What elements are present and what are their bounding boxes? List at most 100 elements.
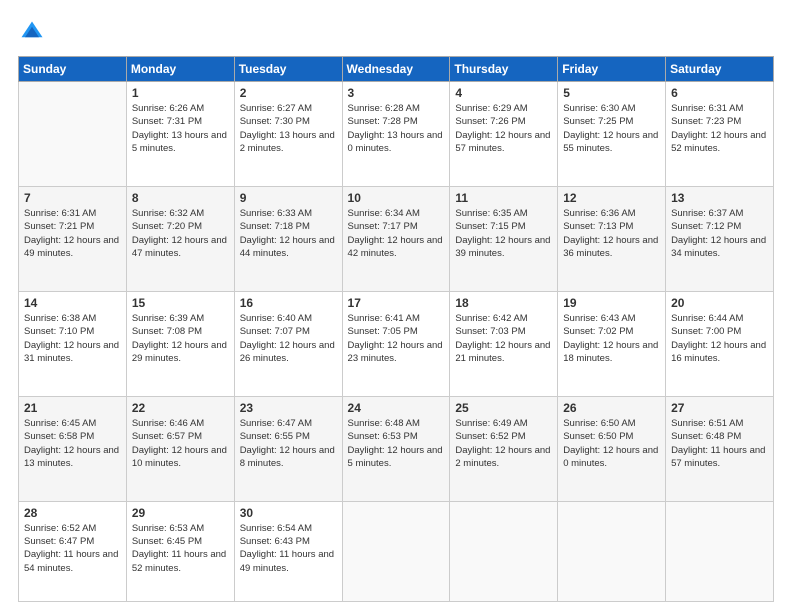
calendar-cell: 10 Sunrise: 6:34 AMSunset: 7:17 PMDayligh… <box>342 186 450 291</box>
calendar-cell <box>558 501 666 601</box>
calendar-cell <box>666 501 774 601</box>
calendar-cell: 17Sunrise: 6:41 AMSunset: 7:05 PMDayligh… <box>342 291 450 396</box>
day-info: Sunrise: 6:26 AMSunset: 7:31 PMDaylight:… <box>132 102 229 155</box>
calendar-cell: 5 Sunrise: 6:30 AMSunset: 7:25 PMDaylight… <box>558 82 666 187</box>
day-info: Sunrise: 6:31 AMSunset: 7:21 PMDaylight:… <box>24 207 121 260</box>
calendar-cell: 25 Sunrise: 6:49 AMSunset: 6:52 PMDayligh… <box>450 396 558 501</box>
day-number: 13 <box>671 191 768 205</box>
day-number: 3 <box>348 86 445 100</box>
day-info: Sunrise: 6:48 AMSunset: 6:53 PMDaylight:… <box>348 417 445 470</box>
day-number: 26 <box>563 401 660 415</box>
day-info: Sunrise: 6:41 AMSunset: 7:05 PMDaylight:… <box>348 312 445 365</box>
day-number: 18 <box>455 296 552 310</box>
day-number: 29 <box>132 506 229 520</box>
calendar-cell: 2 Sunrise: 6:27 AMSunset: 7:30 PMDaylight… <box>234 82 342 187</box>
calendar-cell: 18 Sunrise: 6:42 AMSunset: 7:03 PMDayligh… <box>450 291 558 396</box>
day-info: Sunrise: 6:33 AMSunset: 7:18 PMDaylight:… <box>240 207 337 260</box>
calendar-week-row: 28 Sunrise: 6:52 AMSunset: 6:47 PMDayligh… <box>19 501 774 601</box>
calendar-cell: 7 Sunrise: 6:31 AMSunset: 7:21 PMDaylight… <box>19 186 127 291</box>
calendar-week-row: 21Sunrise: 6:45 AMSunset: 6:58 PMDayligh… <box>19 396 774 501</box>
day-number: 16 <box>240 296 337 310</box>
day-number: 4 <box>455 86 552 100</box>
day-info: Sunrise: 6:34 AMSunset: 7:17 PMDaylight:… <box>348 207 445 260</box>
day-info: Sunrise: 6:38 AMSunset: 7:10 PMDaylight:… <box>24 312 121 365</box>
day-info: Sunrise: 6:43 AMSunset: 7:02 PMDaylight:… <box>563 312 660 365</box>
calendar-cell: 19Sunrise: 6:43 AMSunset: 7:02 PMDayligh… <box>558 291 666 396</box>
weekday-header-monday: Monday <box>126 57 234 82</box>
calendar-cell: 16Sunrise: 6:40 AMSunset: 7:07 PMDayligh… <box>234 291 342 396</box>
day-info: Sunrise: 6:28 AMSunset: 7:28 PMDaylight:… <box>348 102 445 155</box>
calendar-cell: 9 Sunrise: 6:33 AMSunset: 7:18 PMDaylight… <box>234 186 342 291</box>
calendar-week-row: 1 Sunrise: 6:26 AMSunset: 7:31 PMDaylight… <box>19 82 774 187</box>
weekday-header-tuesday: Tuesday <box>234 57 342 82</box>
day-info: Sunrise: 6:47 AMSunset: 6:55 PMDaylight:… <box>240 417 337 470</box>
day-number: 2 <box>240 86 337 100</box>
day-info: Sunrise: 6:50 AMSunset: 6:50 PMDaylight:… <box>563 417 660 470</box>
calendar-cell: 14 Sunrise: 6:38 AMSunset: 7:10 PMDayligh… <box>19 291 127 396</box>
day-info: Sunrise: 6:54 AMSunset: 6:43 PMDaylight:… <box>240 522 337 575</box>
calendar-cell: 22Sunrise: 6:46 AMSunset: 6:57 PMDayligh… <box>126 396 234 501</box>
day-info: Sunrise: 6:35 AMSunset: 7:15 PMDaylight:… <box>455 207 552 260</box>
day-info: Sunrise: 6:53 AMSunset: 6:45 PMDaylight:… <box>132 522 229 575</box>
day-number: 30 <box>240 506 337 520</box>
calendar-cell: 13 Sunrise: 6:37 AMSunset: 7:12 PMDayligh… <box>666 186 774 291</box>
header <box>18 18 774 46</box>
day-number: 20 <box>671 296 768 310</box>
day-info: Sunrise: 6:30 AMSunset: 7:25 PMDaylight:… <box>563 102 660 155</box>
calendar-cell: 30 Sunrise: 6:54 AMSunset: 6:43 PMDayligh… <box>234 501 342 601</box>
calendar-cell: 26 Sunrise: 6:50 AMSunset: 6:50 PMDayligh… <box>558 396 666 501</box>
calendar-cell: 4 Sunrise: 6:29 AMSunset: 7:26 PMDaylight… <box>450 82 558 187</box>
weekday-header-saturday: Saturday <box>666 57 774 82</box>
day-number: 12 <box>563 191 660 205</box>
day-number: 9 <box>240 191 337 205</box>
day-info: Sunrise: 6:32 AMSunset: 7:20 PMDaylight:… <box>132 207 229 260</box>
day-info: Sunrise: 6:39 AMSunset: 7:08 PMDaylight:… <box>132 312 229 365</box>
day-number: 21 <box>24 401 121 415</box>
calendar-cell: 11 Sunrise: 6:35 AMSunset: 7:15 PMDayligh… <box>450 186 558 291</box>
day-info: Sunrise: 6:46 AMSunset: 6:57 PMDaylight:… <box>132 417 229 470</box>
weekday-header-sunday: Sunday <box>19 57 127 82</box>
calendar-cell: 28 Sunrise: 6:52 AMSunset: 6:47 PMDayligh… <box>19 501 127 601</box>
day-info: Sunrise: 6:52 AMSunset: 6:47 PMDaylight:… <box>24 522 121 575</box>
calendar-cell: 6 Sunrise: 6:31 AMSunset: 7:23 PMDaylight… <box>666 82 774 187</box>
weekday-header-row: SundayMondayTuesdayWednesdayThursdayFrid… <box>19 57 774 82</box>
day-number: 15 <box>132 296 229 310</box>
day-info: Sunrise: 6:49 AMSunset: 6:52 PMDaylight:… <box>455 417 552 470</box>
calendar-cell: 15 Sunrise: 6:39 AMSunset: 7:08 PMDayligh… <box>126 291 234 396</box>
day-info: Sunrise: 6:27 AMSunset: 7:30 PMDaylight:… <box>240 102 337 155</box>
calendar-week-row: 7 Sunrise: 6:31 AMSunset: 7:21 PMDaylight… <box>19 186 774 291</box>
page: SundayMondayTuesdayWednesdayThursdayFrid… <box>0 0 792 612</box>
calendar-cell: 23Sunrise: 6:47 AMSunset: 6:55 PMDayligh… <box>234 396 342 501</box>
calendar-cell: 27Sunrise: 6:51 AMSunset: 6:48 PMDayligh… <box>666 396 774 501</box>
calendar-cell: 12 Sunrise: 6:36 AMSunset: 7:13 PMDayligh… <box>558 186 666 291</box>
day-info: Sunrise: 6:29 AMSunset: 7:26 PMDaylight:… <box>455 102 552 155</box>
calendar-cell: 8 Sunrise: 6:32 AMSunset: 7:20 PMDaylight… <box>126 186 234 291</box>
day-number: 11 <box>455 191 552 205</box>
logo-icon <box>18 18 46 46</box>
weekday-header-friday: Friday <box>558 57 666 82</box>
calendar-table: SundayMondayTuesdayWednesdayThursdayFrid… <box>18 56 774 602</box>
calendar-cell <box>450 501 558 601</box>
day-number: 27 <box>671 401 768 415</box>
calendar-cell <box>19 82 127 187</box>
day-number: 1 <box>132 86 229 100</box>
day-info: Sunrise: 6:44 AMSunset: 7:00 PMDaylight:… <box>671 312 768 365</box>
weekday-header-wednesday: Wednesday <box>342 57 450 82</box>
calendar-cell: 1 Sunrise: 6:26 AMSunset: 7:31 PMDaylight… <box>126 82 234 187</box>
day-number: 5 <box>563 86 660 100</box>
day-info: Sunrise: 6:42 AMSunset: 7:03 PMDaylight:… <box>455 312 552 365</box>
day-number: 6 <box>671 86 768 100</box>
calendar-cell: 3 Sunrise: 6:28 AMSunset: 7:28 PMDaylight… <box>342 82 450 187</box>
day-number: 7 <box>24 191 121 205</box>
day-number: 10 <box>348 191 445 205</box>
day-info: Sunrise: 6:31 AMSunset: 7:23 PMDaylight:… <box>671 102 768 155</box>
logo <box>18 18 50 46</box>
day-number: 28 <box>24 506 121 520</box>
day-info: Sunrise: 6:36 AMSunset: 7:13 PMDaylight:… <box>563 207 660 260</box>
day-number: 8 <box>132 191 229 205</box>
calendar-cell: 20 Sunrise: 6:44 AMSunset: 7:00 PMDayligh… <box>666 291 774 396</box>
day-info: Sunrise: 6:37 AMSunset: 7:12 PMDaylight:… <box>671 207 768 260</box>
day-number: 25 <box>455 401 552 415</box>
day-number: 14 <box>24 296 121 310</box>
calendar-cell: 24Sunrise: 6:48 AMSunset: 6:53 PMDayligh… <box>342 396 450 501</box>
